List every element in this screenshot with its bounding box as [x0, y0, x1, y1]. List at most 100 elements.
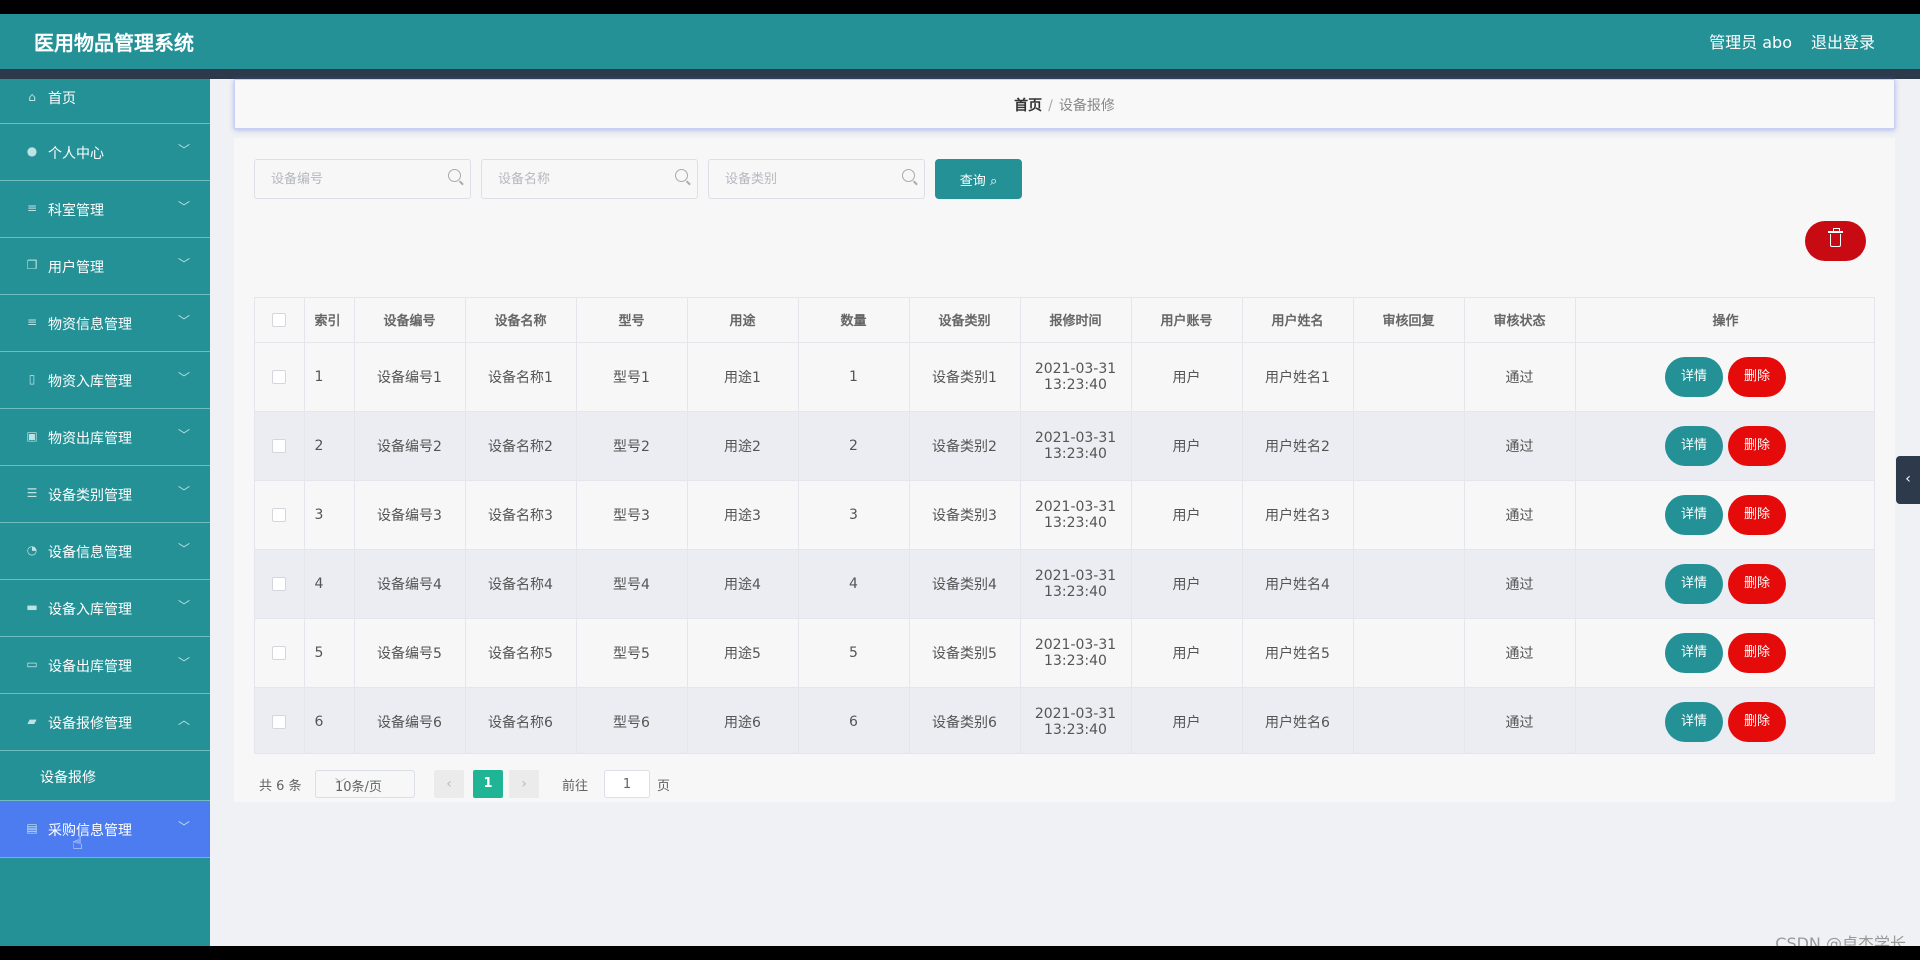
sidebar-item-department[interactable]: ≡ 科室管理 ﹀	[0, 181, 210, 238]
sidebar-item-label: 设备入库管理	[48, 602, 132, 618]
cell-user-name: 用户姓名6	[1242, 687, 1354, 753]
sidebar-item-supply-info[interactable]: ≡ 物资信息管理 ﹀	[0, 295, 210, 352]
row-checkbox[interactable]	[272, 576, 287, 591]
admin-label: 管理员 abo	[1709, 33, 1792, 52]
cell-usage: 用途6	[687, 687, 799, 753]
select-all-cell	[255, 298, 305, 343]
column-header: 审核回复	[1353, 298, 1465, 343]
cell-account: 用户	[1131, 411, 1243, 481]
page-size-select[interactable]: 10条/页 ﹀	[315, 770, 415, 798]
cell-usage: 用途1	[687, 342, 799, 412]
row-checkbox[interactable]	[272, 438, 287, 453]
row-checkbox[interactable]	[272, 645, 287, 660]
prev-page-button[interactable]: ‹	[434, 770, 464, 798]
delete-button[interactable]: 删除	[1728, 356, 1786, 397]
main-panel: 查询 ⌕ 索引 设备编号 设备名称 型号	[234, 138, 1895, 802]
repair-clock: 13:23:40	[1044, 445, 1107, 462]
cell-category: 设备类别6	[909, 687, 1021, 753]
detail-button[interactable]: 详情	[1665, 701, 1723, 742]
breadcrumb: 首页 / 设备报修	[235, 95, 1894, 115]
table-header-row: 索引 设备编号 设备名称 型号 用途 数量 设备类别 报修时间 用户账号 用户姓…	[255, 298, 1874, 343]
cell-qty: 1	[798, 342, 910, 412]
delete-button[interactable]: 删除	[1728, 632, 1786, 673]
cell-category: 设备类别1	[909, 342, 1021, 412]
row-select-cell	[255, 549, 305, 619]
cell-usage: 用途2	[687, 411, 799, 481]
sidebar-item-supply-outbound[interactable]: ▣ 物资出库管理 ﹀	[0, 409, 210, 466]
cell-index: 5	[304, 618, 355, 688]
device-name-search-field	[481, 159, 698, 199]
breadcrumb-current: 设备报修	[1058, 98, 1115, 114]
cell-usage: 用途4	[687, 549, 799, 619]
home-icon: ⌂	[28, 90, 36, 104]
sidebar-subitem-device-repair[interactable]: 设备报修	[0, 751, 210, 801]
delete-button[interactable]: 删除	[1728, 425, 1786, 466]
table-row: 3 设备编号3 设备名称3 型号3 用途3 3 设备类别3 2021-03-31…	[255, 480, 1874, 550]
goto-page-input[interactable]	[604, 770, 650, 798]
cell-device-no: 设备编号5	[354, 618, 466, 688]
device-type-input[interactable]	[709, 160, 889, 198]
device-name-input[interactable]	[482, 160, 662, 198]
batch-delete-button[interactable]	[1805, 221, 1866, 261]
top-header: 医用物品管理系统 管理员 abo 退出登录	[0, 14, 1920, 69]
cell-qty: 3	[798, 480, 910, 550]
detail-button[interactable]: 详情	[1665, 632, 1723, 673]
cell-device-name: 设备名称3	[465, 480, 577, 550]
chevron-down-icon: ﹀	[177, 143, 190, 157]
cell-device-name: 设备名称6	[465, 687, 577, 753]
cell-index: 6	[304, 687, 355, 753]
sidebar-item-purchase-info[interactable]: ▤ 采购信息管理 ﹀ ☝	[0, 801, 210, 858]
sidebar-item-device-inbound[interactable]: ▬ 设备入库管理 ﹀	[0, 580, 210, 637]
sidebar-item-label: 用户管理	[48, 260, 104, 276]
row-checkbox[interactable]	[272, 369, 287, 384]
sidebar-item-label: 科室管理	[48, 203, 104, 219]
row-checkbox[interactable]	[272, 714, 287, 729]
detail-button[interactable]: 详情	[1665, 356, 1723, 397]
logout-link[interactable]: 退出登录	[1811, 29, 1875, 53]
sidebar-item-supply-inbound[interactable]: ▯ 物资入库管理 ﹀	[0, 352, 210, 409]
device-no-input[interactable]	[255, 160, 435, 198]
cell-repair-time: 2021-03-31 13:23:40	[1020, 618, 1132, 688]
chevron-down-icon: ﹀	[177, 485, 190, 499]
cell-usage: 用途5	[687, 618, 799, 688]
sidebar-item-device-info[interactable]: ◔ 设备信息管理 ﹀	[0, 523, 210, 580]
monitor-icon: ▬	[26, 600, 38, 614]
chevron-down-icon: ﹀	[177, 257, 190, 271]
row-checkbox[interactable]	[272, 507, 287, 522]
sidebar-item-users[interactable]: ❐ 用户管理 ﹀	[0, 238, 210, 295]
detail-button[interactable]: 详情	[1665, 494, 1723, 535]
cell-user-name: 用户姓名4	[1242, 549, 1354, 619]
sidebar-item-device-outbound[interactable]: ▭ 设备出库管理 ﹀	[0, 637, 210, 694]
cell-category: 设备类别5	[909, 618, 1021, 688]
pointer-cursor-icon: ☝	[72, 833, 83, 854]
cell-status: 通过	[1464, 411, 1576, 481]
cell-account: 用户	[1131, 687, 1243, 753]
sidebar-item-device-category[interactable]: ☰ 设备类别管理 ﹀	[0, 466, 210, 523]
delete-button[interactable]: 删除	[1728, 563, 1786, 604]
sidebar-item-home[interactable]: ⌂ 首页	[0, 79, 210, 124]
detail-button[interactable]: 详情	[1665, 425, 1723, 466]
gauge-icon: ◔	[26, 543, 38, 557]
cell-device-no: 设备编号2	[354, 411, 466, 481]
delete-button[interactable]: 删除	[1728, 494, 1786, 535]
select-all-checkbox[interactable]	[272, 312, 287, 327]
sidebar-item-personal-center[interactable]: ● 个人中心 ﹀	[0, 124, 210, 181]
next-page-button[interactable]: ›	[509, 770, 539, 798]
cell-device-name: 设备名称5	[465, 618, 577, 688]
repair-date: 2021-03-31	[1034, 705, 1117, 722]
side-panel-toggle[interactable]: ‹	[1896, 456, 1920, 504]
column-header: 用途	[687, 298, 799, 343]
detail-button[interactable]: 详情	[1665, 563, 1723, 604]
query-button[interactable]: 查询 ⌕	[935, 159, 1022, 199]
repair-date: 2021-03-31	[1034, 360, 1117, 377]
column-header: 审核状态	[1464, 298, 1576, 343]
cell-status: 通过	[1464, 549, 1576, 619]
row-select-cell	[255, 480, 305, 550]
cell-status: 通过	[1464, 687, 1576, 753]
breadcrumb-home[interactable]: 首页	[1014, 98, 1042, 114]
sidebar-item-device-repair[interactable]: ▰ 设备报修管理 ︿	[0, 694, 210, 751]
sidebar-item-label: 设备类别管理	[48, 488, 132, 504]
page-suffix-label: 页	[657, 779, 671, 794]
delete-button[interactable]: 删除	[1728, 701, 1786, 742]
page-number-current[interactable]: 1	[473, 770, 503, 798]
